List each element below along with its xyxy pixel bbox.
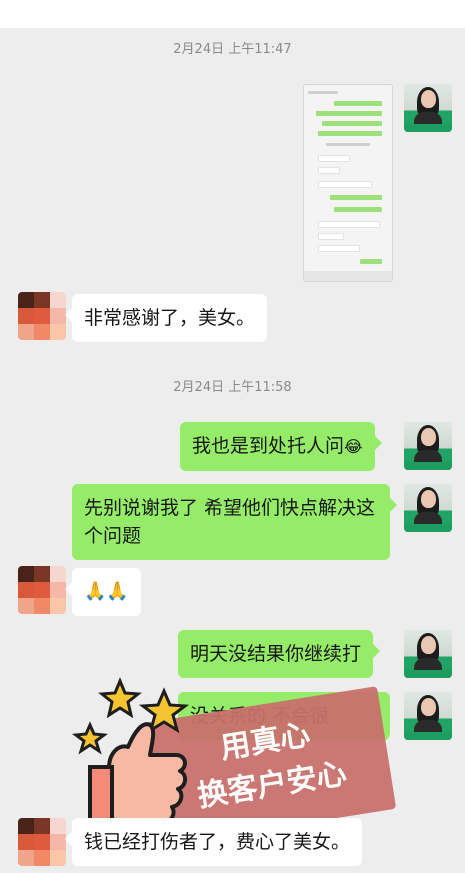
message-praying-emoji[interactable]: 🙏🙏 [65,568,141,616]
message-money-paid[interactable]: 钱已经打伤者了，费心了美女。 [64,818,363,866]
timestamp: 2月24日 上午11:47 [173,42,292,57]
timestamp: 2月24日 上午11:58 [173,380,292,395]
contact-avatar[interactable] [18,818,66,866]
contact-avatar[interactable] [18,566,66,614]
my-avatar[interactable] [404,630,452,678]
message-asking-around[interactable]: 我也是到处托人问😂 [180,422,382,471]
laughing-emoji-icon: 😂 [344,437,363,456]
message-dont-thank[interactable]: 先别说谢我了 希望他们快点解决这个问题 [72,484,397,560]
my-avatar[interactable] [404,422,452,470]
star-icon [72,721,108,755]
my-avatar[interactable] [404,692,452,740]
top-bar [0,0,465,28]
screenshot-image-message[interactable] [303,84,393,282]
praying-hands-icon: 🙏🙏 [84,581,129,602]
message-thanks-beauty[interactable]: 非常感谢了，美女。 [64,294,268,342]
star-icon [98,677,142,719]
message-text: 我也是到处托人问 [192,435,345,457]
my-avatar[interactable] [404,484,452,532]
my-avatar[interactable] [404,84,452,132]
message-call-again[interactable]: 明天没结果你继续打 [178,630,381,678]
contact-avatar[interactable] [18,292,66,340]
